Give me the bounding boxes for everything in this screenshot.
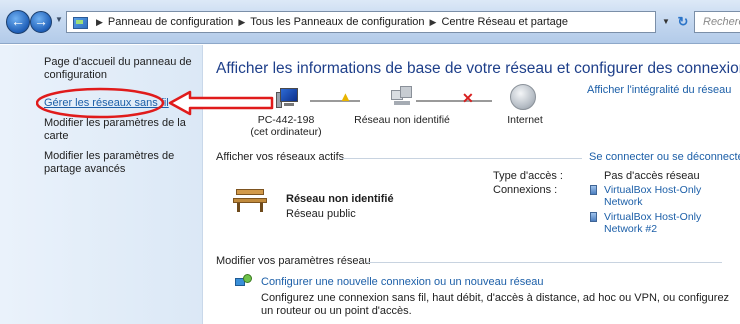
breadcrumb-control-panel[interactable]: Panneau de configuration — [108, 16, 233, 28]
breadcrumb-separator-icon[interactable]: ▶ — [430, 17, 437, 28]
sidebar-item-home[interactable]: Page d'accueil du panneau de configurati… — [44, 56, 202, 82]
connect-disconnect-link[interactable]: Se connecter ou se déconnecter — [589, 151, 740, 163]
connection-line — [416, 100, 492, 102]
full-map-link[interactable]: Afficher l'intégralité du réseau — [587, 84, 731, 96]
computer-name: PC-442-198 — [257, 114, 315, 126]
breadcrumb-all-panels[interactable]: Tous les Panneaux de configuration — [250, 16, 424, 28]
breadcrumb-separator-icon[interactable]: ▶ — [238, 17, 245, 28]
warning-icon: ▲ — [339, 89, 352, 104]
access-type-value: Pas d'accès réseau — [604, 170, 700, 182]
connection-link-vbox-1[interactable]: VirtualBox Host-Only Network — [590, 184, 720, 208]
setup-connection-link[interactable]: Configurer une nouvelle connexion ou un … — [261, 276, 544, 288]
network-name: Réseau non identifié — [286, 193, 394, 205]
section-divider — [342, 158, 582, 159]
internet-globe-icon[interactable] — [510, 84, 536, 110]
connection-label[interactable]: VirtualBox Host-Only Network #2 — [590, 211, 720, 235]
connections-label: Connexions : — [493, 184, 558, 196]
address-bar: ← → ▼ ▶ Panneau de configuration ▶ Tous … — [0, 0, 740, 44]
access-type-label: Type d'accès : — [493, 170, 563, 182]
unidentified-network-icon[interactable] — [388, 84, 416, 112]
connection-link-vbox-2[interactable]: VirtualBox Host-Only Network #2 — [590, 211, 720, 235]
left-pane: Page d'accueil du panneau de configurati… — [0, 45, 203, 324]
middle-node-label: Réseau non identifié — [354, 114, 450, 126]
control-panel-icon — [73, 16, 88, 29]
history-dropdown-icon[interactable]: ▼ — [55, 15, 63, 24]
back-button[interactable]: ← — [6, 10, 30, 34]
network-adapter-icon — [590, 185, 597, 195]
network-adapter-icon — [590, 212, 597, 222]
setup-connection-description: Configurez une connexion sans fil, haut … — [261, 292, 730, 317]
computer-label: PC-442-198 (cet ordinateur) — [244, 114, 328, 138]
breadcrumb-network-center[interactable]: Centre Réseau et partage — [441, 16, 568, 28]
connection-label[interactable]: VirtualBox Host-Only Network — [590, 184, 720, 208]
breadcrumb[interactable]: ▶ Panneau de configuration ▶ Tous les Pa… — [66, 11, 656, 33]
page-title: Afficher les informations de base de vot… — [216, 60, 740, 77]
section-divider — [367, 262, 722, 263]
internet-label: Internet — [507, 114, 543, 126]
forward-button[interactable]: → — [30, 11, 52, 33]
sidebar-item-adapter-settings[interactable]: Modifier les paramètres de la carte — [44, 117, 202, 143]
sidebar-item-sharing-settings[interactable]: Modifier les paramètres de partage avanc… — [44, 150, 202, 176]
search-input[interactable]: Recherche — [694, 11, 740, 33]
address-dropdown-icon[interactable]: ▼ — [659, 11, 673, 33]
public-network-bench-icon — [233, 188, 267, 214]
network-type-link[interactable]: Réseau public — [286, 208, 356, 220]
refresh-icon[interactable]: ↻ — [674, 11, 692, 33]
settings-header: Modifier vos paramètres réseau — [216, 255, 371, 267]
disconnected-x-icon: ✕ — [462, 90, 474, 106]
sidebar-item-manage-wireless[interactable]: Gérer les réseaux sans fil — [44, 97, 202, 110]
computer-icon[interactable] — [276, 86, 302, 112]
computer-sub: (cet ordinateur) — [250, 126, 322, 138]
active-networks-header: Afficher vos réseaux actifs — [216, 151, 345, 163]
breadcrumb-separator-icon[interactable]: ▶ — [96, 17, 103, 28]
new-connection-icon — [235, 274, 253, 290]
connection-line — [310, 100, 360, 102]
